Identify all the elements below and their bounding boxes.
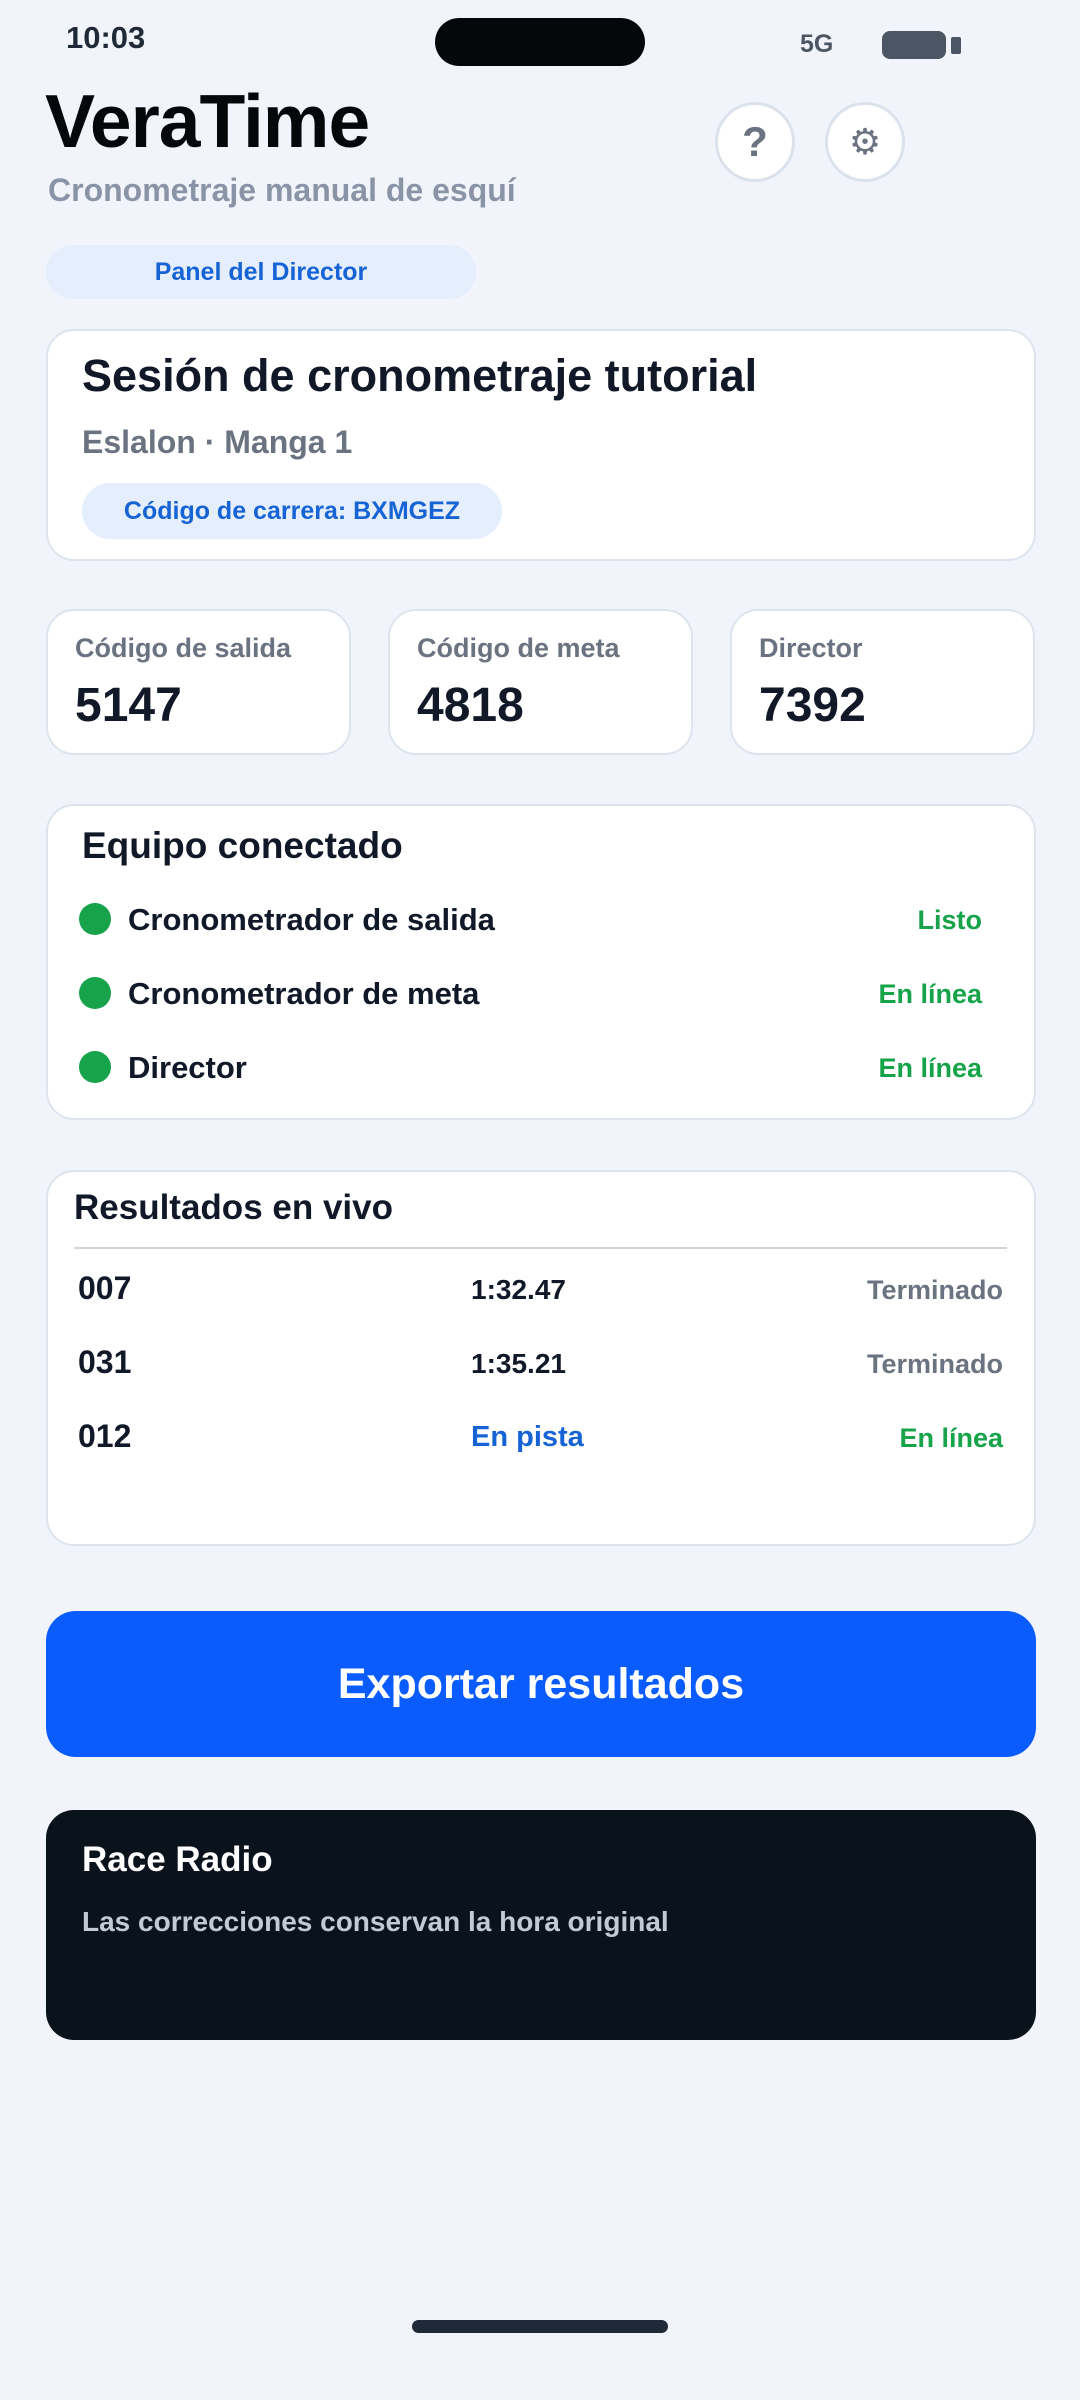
equipment-status: Listo (917, 905, 983, 935)
result-bib: 007 (78, 1270, 132, 1306)
status-dot-icon (79, 903, 111, 935)
start-code-card: Código de salida 5147 (46, 609, 351, 755)
result-time: 1:35.21 (471, 1348, 566, 1379)
result-bib: 031 (78, 1344, 132, 1380)
finish-code-card: Código de meta 4818 (388, 609, 693, 755)
result-bib: 012 (78, 1418, 132, 1454)
radio-title: Race Radio (82, 1840, 273, 1879)
equipment-name: Director (128, 1050, 247, 1085)
result-time: En pista (471, 1421, 584, 1453)
code-value: 5147 (75, 679, 182, 732)
results-divider (74, 1247, 1007, 1249)
app-subtitle: Cronometraje manual de esquí (48, 172, 516, 208)
result-status: Terminado (866, 1349, 1003, 1379)
settings-button[interactable]: ⚙ (825, 102, 905, 182)
director-code-card: Director 7392 (730, 609, 1035, 755)
session-meta: Eslalon · Manga 1 (82, 424, 353, 460)
equipment-title: Equipo conectado (82, 825, 403, 866)
battery-tip (951, 37, 961, 54)
result-time: 1:32.47 (471, 1274, 566, 1305)
code-label: Código de meta (417, 633, 620, 663)
battery-icon (882, 31, 946, 59)
code-value: 4818 (417, 679, 524, 732)
help-button[interactable]: ? (715, 102, 795, 182)
role-badge: Panel del Director (46, 245, 476, 299)
radio-message: Las correcciones conservan la hora origi… (82, 1906, 669, 1937)
status-time: 10:03 (66, 20, 146, 55)
help-icon: ? (742, 118, 768, 165)
equipment-status: En línea (878, 1053, 982, 1083)
race-code-badge: Código de carrera: BXMGEZ (82, 483, 502, 539)
status-dot-icon (79, 1051, 111, 1083)
camera-island (435, 18, 645, 66)
results-title: Resultados en vivo (74, 1188, 393, 1227)
code-value: 7392 (759, 679, 866, 732)
result-status: Terminado (866, 1275, 1003, 1305)
home-indicator[interactable] (412, 2320, 668, 2333)
session-title: Sesión de cronometraje tutorial (82, 350, 758, 401)
network-indicator: 5G (800, 30, 834, 58)
equipment-name: Cronometrador de meta (128, 976, 480, 1011)
result-status: En línea (899, 1423, 1003, 1453)
gear-icon: ⚙ (848, 121, 882, 162)
code-label: Director (759, 633, 863, 663)
equipment-status: En línea (878, 979, 982, 1009)
equipment-name: Cronometrador de salida (128, 902, 495, 937)
code-label: Código de salida (75, 633, 292, 663)
export-results-button[interactable]: Exportar resultados (46, 1611, 1036, 1757)
status-dot-icon (79, 977, 111, 1009)
app-title: VeraTime (45, 79, 370, 163)
